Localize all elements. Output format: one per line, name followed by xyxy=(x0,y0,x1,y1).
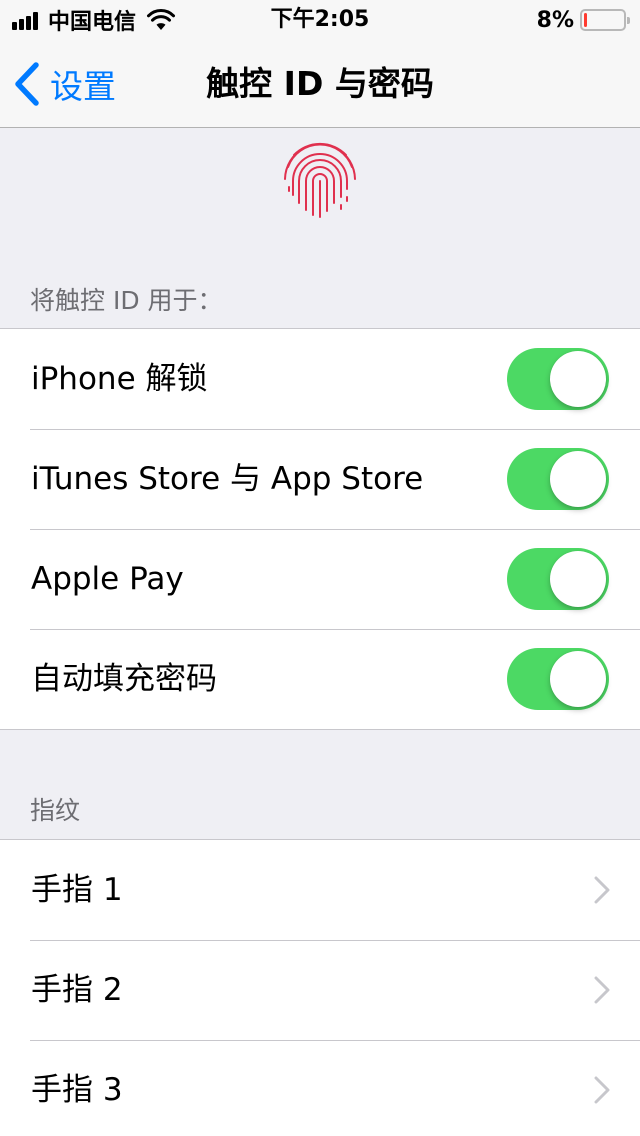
toggle-knob xyxy=(550,451,606,507)
fingerprint-row-2[interactable]: 手指 2 xyxy=(0,940,640,1040)
chevron-right-icon xyxy=(594,976,610,1004)
battery-percent: 8% xyxy=(536,7,574,33)
touch-id-option-iphone-unlock: iPhone 解锁 xyxy=(0,329,640,429)
autofill-passwords-toggle[interactable] xyxy=(507,648,609,710)
battery-icon xyxy=(580,9,630,31)
battery-tip xyxy=(627,17,630,24)
apple-pay-toggle[interactable] xyxy=(507,548,609,610)
fingerprints-section-header: 指纹 xyxy=(30,796,81,825)
fingerprint-label: 手指 1 xyxy=(31,872,123,908)
chevron-right-icon xyxy=(594,1076,610,1104)
status-bar: 中国电信 下午2:05 8% xyxy=(0,0,640,40)
iphone-unlock-toggle[interactable] xyxy=(507,348,609,410)
touch-id-option-itunes-app-store: iTunes Store 与 App Store xyxy=(0,429,640,529)
itunes-app-store-toggle[interactable] xyxy=(507,448,609,510)
touch-id-option-autofill-passwords: 自动填充密码 xyxy=(0,629,640,729)
option-label: iPhone 解锁 xyxy=(31,361,208,397)
screen: 中国电信 下午2:05 8% 设置 触控 ID 与密码 将触控 ID 用于： i… xyxy=(0,0,640,1136)
option-label: 自动填充密码 xyxy=(31,661,217,697)
fingerprint-area xyxy=(0,129,640,279)
touch-id-options-group: iPhone 解锁 iTunes Store 与 App Store Apple… xyxy=(0,328,640,730)
option-label: iTunes Store 与 App Store xyxy=(31,461,424,497)
fingerprint-row-3[interactable]: 手指 3 xyxy=(0,1040,640,1136)
chevron-right-icon xyxy=(594,876,610,904)
status-right: 8% xyxy=(536,6,630,34)
page-title: 触控 ID 与密码 xyxy=(206,64,434,103)
fingerprint-label: 手指 3 xyxy=(31,1072,123,1108)
option-label: Apple Pay xyxy=(31,561,184,597)
battery-level-fill xyxy=(584,13,587,27)
toggle-knob xyxy=(550,351,606,407)
toggle-knob xyxy=(550,551,606,607)
touch-id-section-header: 将触控 ID 用于： xyxy=(30,286,223,315)
fingerprint-row-1[interactable]: 手指 1 xyxy=(0,840,640,940)
fingerprint-label: 手指 2 xyxy=(31,972,123,1008)
toggle-knob xyxy=(550,651,606,707)
navigation-bar: 设置 触控 ID 与密码 xyxy=(0,40,640,128)
fingerprints-group: 手指 1 手指 2 手指 3 xyxy=(0,839,640,1136)
fingerprint-icon xyxy=(284,142,356,218)
touch-id-option-apple-pay: Apple Pay xyxy=(0,529,640,629)
